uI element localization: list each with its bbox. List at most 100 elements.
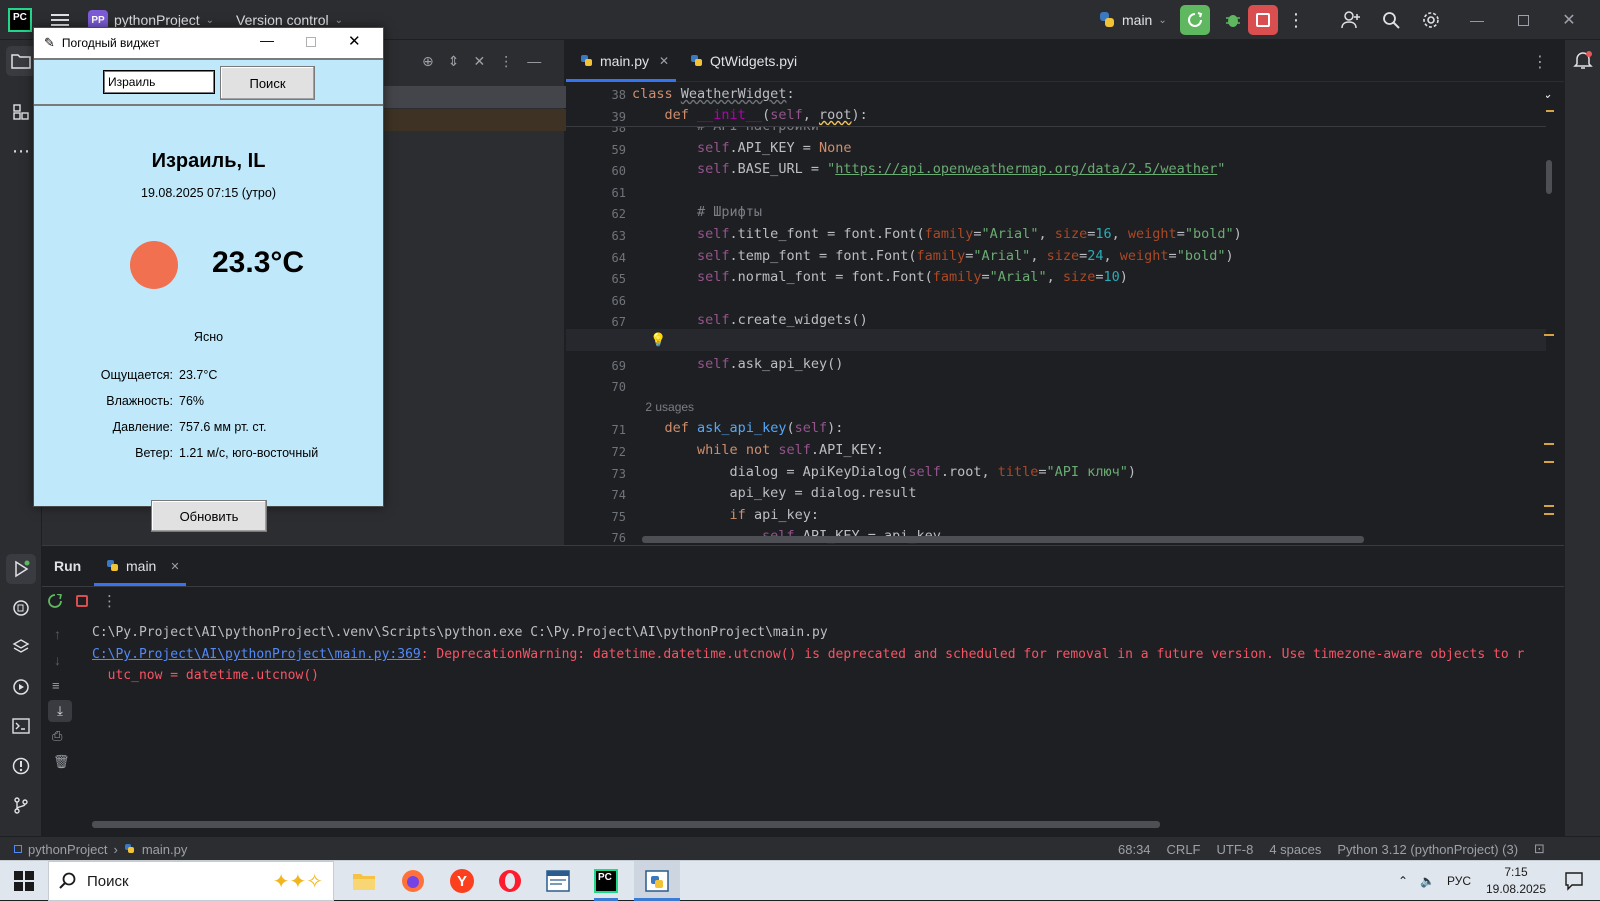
clock[interactable]: 7:15 19.08.2025 <box>1476 864 1556 898</box>
trash-icon[interactable]: 🗑 <box>53 754 70 770</box>
indent-setting[interactable]: 4 spaces <box>1269 842 1321 857</box>
chevron-right-icon: › <box>113 841 118 857</box>
editor-tabs-menu-icon[interactable]: ⋮ <box>1532 52 1548 72</box>
settings-button[interactable] <box>1418 0 1444 40</box>
console-command-line: C:\Py.Project\AI\pythonProject\.venv\Scr… <box>92 625 828 640</box>
start-button[interactable] <box>14 871 34 891</box>
tab-main-py[interactable]: main.py ✕ <box>580 40 669 82</box>
line-number: 72 <box>611 445 626 459</box>
options-icon[interactable]: ⋮ <box>499 53 513 70</box>
more-tools-icon[interactable]: ⋯ <box>6 136 36 166</box>
python-interpreter[interactable]: Python 3.12 (pythonProject) (3) <box>1337 842 1518 857</box>
console-file-link[interactable]: C:\Py.Project\AI\pythonProject\main.py:3… <box>92 647 421 662</box>
speaker-icon[interactable]: 🔈 <box>1420 874 1435 888</box>
services-tool-button[interactable] <box>6 672 36 702</box>
breadcrumb-project[interactable]: pythonProject <box>28 842 108 857</box>
problems-tool-button[interactable] <box>6 751 36 781</box>
code-line: class WeatherWidget: <box>632 86 795 102</box>
scroll-marker <box>1544 443 1554 445</box>
breadcrumb-file[interactable]: main.py <box>142 842 188 857</box>
detail-value: 23.7°C <box>179 368 218 382</box>
city-input[interactable] <box>103 70 215 94</box>
language-indicator[interactable]: РУС <box>1447 874 1471 888</box>
search-frame: Поиск <box>34 58 383 106</box>
taskbar-yandex[interactable]: Y <box>442 861 482 901</box>
notifications-button[interactable] <box>1573 50 1593 70</box>
widget-title-bar[interactable]: ✎ Погодный виджет — ✕ <box>34 28 383 58</box>
maximize-icon[interactable] <box>306 37 316 47</box>
close-window-button[interactable]: ✕ <box>1554 0 1584 40</box>
print-icon[interactable]: ⎙ <box>52 728 62 744</box>
close-tab-icon[interactable]: ✕ <box>170 560 179 573</box>
soft-wrap-icon[interactable]: ≡ <box>52 678 60 693</box>
chevron-up-icon[interactable]: ⌃ <box>1398 874 1408 888</box>
close-tab-icon[interactable]: ✕ <box>659 54 669 68</box>
structure-tool-button[interactable] <box>6 97 36 127</box>
python-packages-tool-button[interactable] <box>6 593 36 623</box>
run-tool-button[interactable] <box>6 554 36 584</box>
git-tool-button[interactable] <box>6 790 36 820</box>
detail-wind: Ветер: 1.21 м/с, юго-восточный <box>34 446 383 466</box>
opera-icon <box>499 870 521 892</box>
collapse-all-icon[interactable]: ✕ <box>473 53 485 70</box>
taskbar-firefox[interactable] <box>393 861 433 901</box>
tab-label: main.py <box>600 53 650 69</box>
scroll-to-end-icon[interactable]: ⤓ <box>48 700 72 722</box>
pycharm-logo[interactable]: PC <box>8 0 32 40</box>
pycharm-icon: PC <box>594 869 618 893</box>
line-number: 38 <box>611 88 626 102</box>
hide-panel-icon[interactable]: — <box>527 53 541 69</box>
minimize-icon[interactable]: — <box>260 32 274 48</box>
line-separator[interactable]: CRLF <box>1167 842 1201 857</box>
locate-icon[interactable]: ⊕ <box>422 53 434 70</box>
close-icon[interactable]: ✕ <box>348 32 361 50</box>
layers-tool-button[interactable] <box>6 632 36 662</box>
code-with-me-button[interactable] <box>1338 0 1364 40</box>
horizontal-scrollbar-thumb[interactable] <box>642 536 1364 543</box>
caret-position[interactable]: 68:34 <box>1118 842 1151 857</box>
more-icon[interactable]: ⋮ <box>102 592 117 610</box>
tab-qtwidgets-pyi[interactable]: QtWidgets.pyi <box>690 40 797 82</box>
taskbar-pycharm[interactable]: PC <box>586 861 626 901</box>
taskbar-app[interactable] <box>538 861 578 901</box>
line-number: 73 <box>611 466 626 481</box>
action-center-button[interactable] <box>1564 871 1584 891</box>
status-bar: pythonProject › main.py 68:34 CRLF UTF-8… <box>0 836 1600 860</box>
vertical-scrollbar-thumb[interactable] <box>1546 160 1552 194</box>
arrow-down-icon[interactable]: ↓ <box>54 652 61 668</box>
more-actions-icon[interactable]: ⋮ <box>1286 0 1306 40</box>
line-number: 74 <box>611 488 626 503</box>
stop-button[interactable] <box>1248 5 1278 35</box>
expand-all-icon[interactable]: ⇕ <box>448 53 460 70</box>
tree-selected-row[interactable] <box>377 86 595 108</box>
taskbar-opera[interactable] <box>490 861 530 901</box>
right-tool-strip <box>1564 40 1600 836</box>
run-tab-main[interactable]: main ✕ <box>106 546 180 586</box>
search-everywhere-button[interactable] <box>1378 0 1404 40</box>
arrow-up-icon[interactable]: ↑ <box>54 626 61 642</box>
windows-taskbar: Поиск ✦✦✧ Y PC ⌃ 🔈 РУС 7:15 19.08.2025 <box>0 860 1600 901</box>
detail-key: Влажность: <box>106 394 173 408</box>
python-file-icon <box>581 55 592 66</box>
run-config-selector[interactable]: main ⌄ <box>1098 0 1167 40</box>
project-tool-button[interactable] <box>6 46 36 76</box>
rerun-button[interactable] <box>1180 5 1210 35</box>
file-encoding[interactable]: UTF-8 <box>1217 842 1254 857</box>
tree-highlight-row[interactable] <box>377 109 597 131</box>
lock-icon[interactable]: ⊡ <box>1534 841 1545 857</box>
taskbar-file-explorer[interactable] <box>344 861 384 901</box>
minimize-window-button[interactable]: — <box>1462 0 1492 40</box>
lightbulb-icon[interactable]: 💡 <box>650 332 666 348</box>
terminal-tool-button[interactable] <box>6 711 36 741</box>
debug-button[interactable] <box>1218 0 1248 40</box>
taskbar-python-tk[interactable] <box>634 861 680 901</box>
rerun-icon[interactable] <box>48 594 62 608</box>
search-button[interactable]: Поиск <box>220 66 315 100</box>
console-horizontal-scrollbar[interactable] <box>92 821 1160 828</box>
maximize-window-button[interactable] <box>1508 0 1538 40</box>
line-number: 39 <box>611 110 626 124</box>
python-icon <box>107 560 118 571</box>
taskbar-search-box[interactable]: Поиск ✦✦✧ <box>48 861 334 901</box>
feather-icon: ✎ <box>44 35 55 50</box>
refresh-button[interactable]: Обновить <box>151 500 267 532</box>
